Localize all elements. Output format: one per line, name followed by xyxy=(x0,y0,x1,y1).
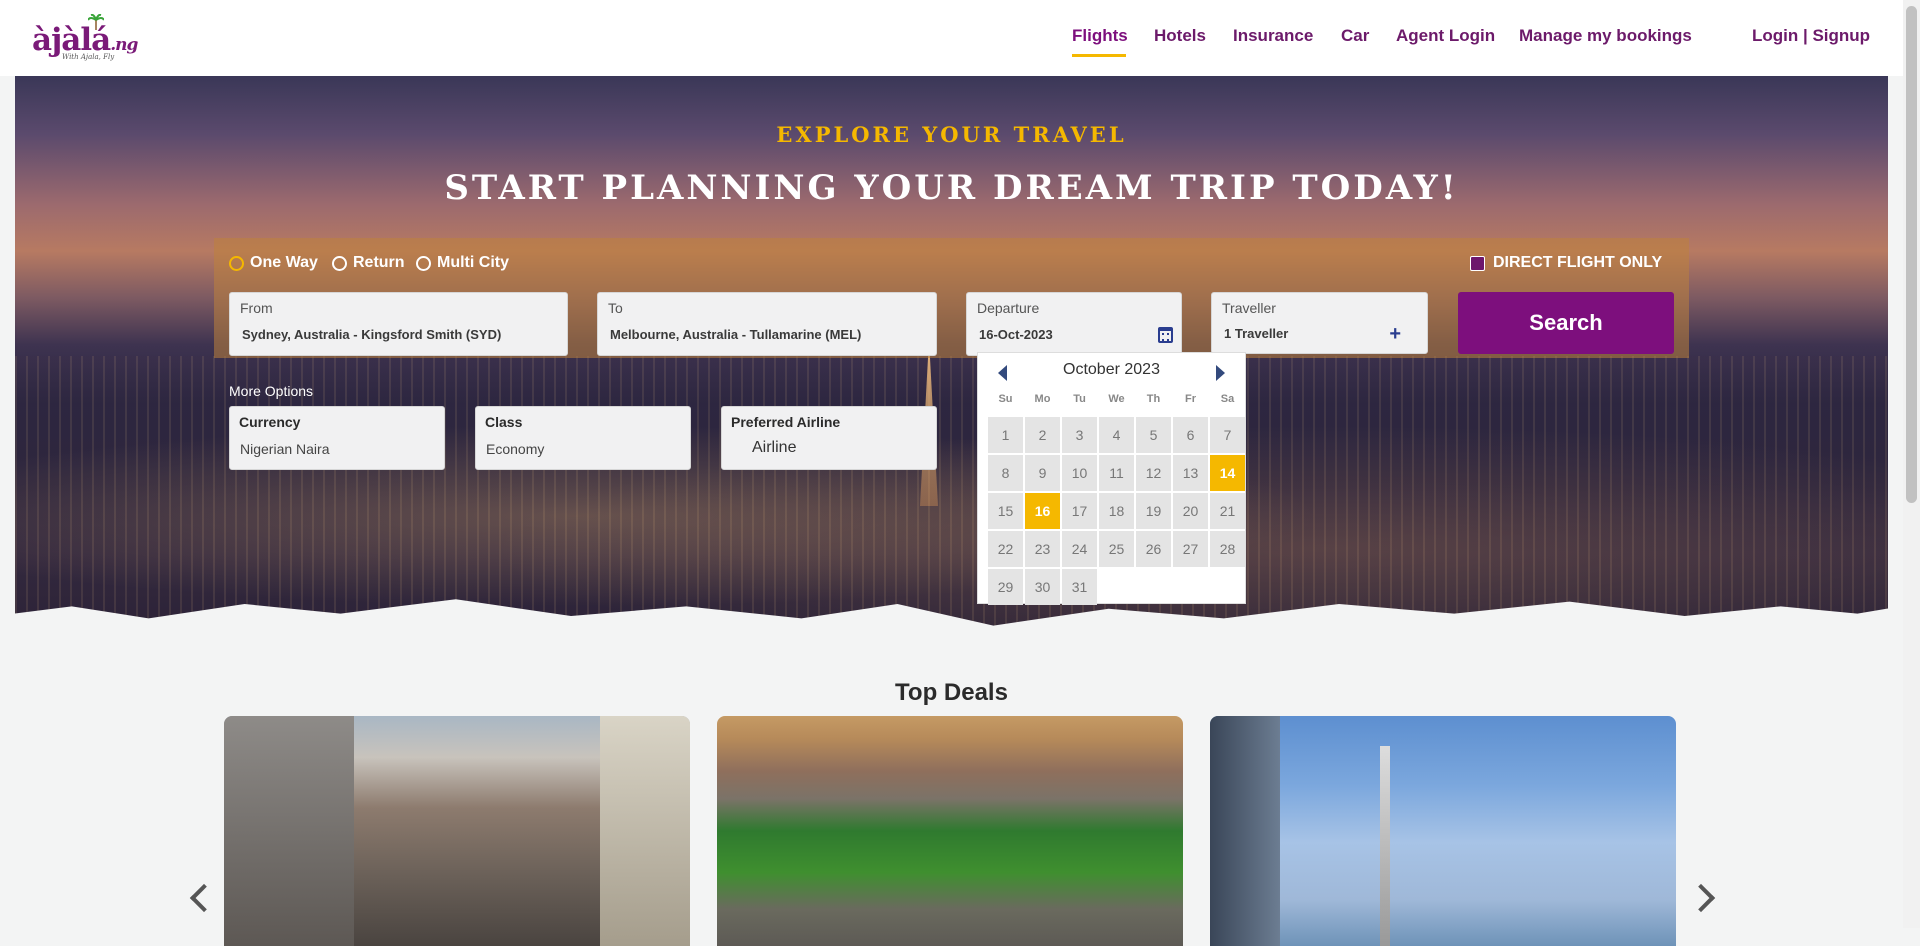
calendar-day[interactable]: 1 xyxy=(988,417,1023,453)
nav-login-signup[interactable]: Login | Signup xyxy=(1752,26,1870,46)
hero-kicker: EXPLORE YOUR TRAVEL xyxy=(776,122,1127,147)
active-nav-indicator xyxy=(1072,54,1126,57)
trip-one-way[interactable]: One Way xyxy=(229,254,318,272)
page-scrollbar[interactable] xyxy=(1903,0,1920,928)
departure-field[interactable]: Departure 16-Oct-2023 xyxy=(966,292,1182,356)
calendar-day[interactable]: 11 xyxy=(1099,455,1134,491)
weekday-label: Tu xyxy=(1073,393,1086,405)
calendar-day[interactable]: 6 xyxy=(1173,417,1208,453)
preferred-airline-label: Preferred Airline xyxy=(731,414,841,430)
calendar-day[interactable]: 24 xyxy=(1062,531,1097,567)
currency-value[interactable]: Nigerian Naira xyxy=(240,441,329,457)
traveller-value[interactable]: 1 Traveller xyxy=(1224,326,1288,341)
calendar-day[interactable]: 30 xyxy=(1025,569,1060,605)
weekday-label: Sa xyxy=(1220,393,1235,405)
scrollbar-thumb[interactable] xyxy=(1906,6,1917,503)
nav-car[interactable]: Car xyxy=(1341,26,1369,46)
nav-manage-bookings[interactable]: Manage my bookings xyxy=(1519,26,1692,46)
calendar-day[interactable]: 15 xyxy=(988,493,1023,529)
calendar-day[interactable]: 3 xyxy=(1062,417,1097,453)
top-deals-title: Top Deals xyxy=(895,679,1008,706)
top-navbar: àjàlá.ng With Ajala, Fly Flights Hotels … xyxy=(0,0,1920,76)
to-value[interactable]: Melbourne, Australia - Tullamarine (MEL) xyxy=(610,327,861,342)
hero-title: START PLANNING YOUR DREAM TRIP TODAY! xyxy=(444,168,1459,208)
calendar-day[interactable]: 20 xyxy=(1173,493,1208,529)
calendar-icon[interactable] xyxy=(1158,327,1173,343)
deal-card-central-park[interactable] xyxy=(717,716,1183,946)
calendar-day[interactable]: 25 xyxy=(1099,531,1134,567)
calendar-day[interactable]: 7 xyxy=(1210,417,1245,453)
calendar-day[interactable]: 2 xyxy=(1025,417,1060,453)
search-button[interactable]: Search xyxy=(1458,292,1674,354)
more-options-label: More Options xyxy=(229,383,314,399)
preferred-airline-field[interactable]: Preferred Airline Airline xyxy=(721,406,937,470)
calendar-day[interactable]: 8 xyxy=(988,455,1023,491)
nav-flights[interactable]: Flights xyxy=(1072,26,1128,46)
currency-label: Currency xyxy=(239,414,301,430)
weekday-label: Mo xyxy=(1034,393,1051,405)
weekday-label: Fr xyxy=(1185,393,1196,405)
preferred-airline-input[interactable]: Airline xyxy=(752,439,796,457)
calendar-day[interactable]: 26 xyxy=(1136,531,1171,567)
deal-card-street[interactable] xyxy=(224,716,690,946)
date-picker: October 2023 Su Mo Tu We Th Fr Sa 1 2 3 4 5 6 7 8 9 10 11… xyxy=(977,352,1246,605)
calendar-day[interactable]: 28 xyxy=(1210,531,1245,567)
class-select[interactable]: Class Economy xyxy=(475,406,691,470)
from-field[interactable]: From Sydney, Australia - Kingsford Smith… xyxy=(229,292,568,356)
direct-flight-checkbox[interactable]: DIRECT FLIGHT ONLY xyxy=(1470,254,1662,272)
from-label: From xyxy=(240,300,273,316)
calendar-day[interactable]: 29 xyxy=(988,569,1023,605)
class-value[interactable]: Economy xyxy=(486,441,544,457)
trip-multi-city[interactable]: Multi City xyxy=(416,254,509,272)
calendar-month: October 2023 xyxy=(1063,361,1160,378)
calendar-day[interactable]: 14 xyxy=(1210,455,1245,491)
weekday-label: Su xyxy=(998,393,1013,405)
calendar-day[interactable]: 17 xyxy=(1062,493,1097,529)
radio-icon[interactable] xyxy=(332,255,347,271)
to-label: To xyxy=(608,300,623,316)
calendar-day[interactable]: 12 xyxy=(1136,455,1171,491)
calendar-day[interactable]: 21 xyxy=(1210,493,1245,529)
to-field[interactable]: To Melbourne, Australia - Tullamarine (M… xyxy=(597,292,937,356)
calendar-day[interactable]: 18 xyxy=(1099,493,1134,529)
radio-selected-icon[interactable] xyxy=(229,255,244,271)
class-label: Class xyxy=(485,414,523,430)
calendar-day[interactable]: 22 xyxy=(988,531,1023,567)
weekday-label: We xyxy=(1108,393,1125,405)
carousel-prev-icon[interactable] xyxy=(189,883,219,913)
traveller-field[interactable]: Traveller 1 Traveller + xyxy=(1211,292,1428,354)
next-month-icon[interactable] xyxy=(1216,365,1225,381)
calendar-day[interactable]: 27 xyxy=(1173,531,1208,567)
hero-banner: EXPLORE YOUR TRAVEL START PLANNING YOUR … xyxy=(15,76,1888,660)
departure-label: Departure xyxy=(977,300,1040,316)
calendar-day[interactable]: 13 xyxy=(1173,455,1208,491)
from-value[interactable]: Sydney, Australia - Kingsford Smith (SYD… xyxy=(242,327,501,342)
calendar-day[interactable]: 4 xyxy=(1099,417,1134,453)
currency-select[interactable]: Currency Nigerian Naira xyxy=(229,406,445,470)
site-logo[interactable]: àjàlá.ng With Ajala, Fly xyxy=(32,14,142,66)
add-traveller-icon[interactable]: + xyxy=(1389,323,1401,346)
calendar-day[interactable]: 23 xyxy=(1025,531,1060,567)
calendar-day[interactable]: 9 xyxy=(1025,455,1060,491)
weekday-label: Th xyxy=(1146,393,1161,405)
carousel-next-icon[interactable] xyxy=(1686,883,1716,913)
departure-value[interactable]: 16-Oct-2023 xyxy=(979,327,1053,342)
calendar-day[interactable]: 10 xyxy=(1062,455,1097,491)
deal-card-cn-tower[interactable] xyxy=(1210,716,1676,946)
nav-hotels[interactable]: Hotels xyxy=(1154,26,1206,46)
trip-return[interactable]: Return xyxy=(332,254,405,272)
calendar-day[interactable]: 19 xyxy=(1136,493,1171,529)
traveller-label: Traveller xyxy=(1222,300,1276,316)
radio-icon[interactable] xyxy=(416,255,431,271)
nav-agent-login[interactable]: Agent Login xyxy=(1396,26,1495,46)
calendar-day[interactable]: 16 xyxy=(1025,493,1060,529)
logo-tagline: With Ajala, Fly xyxy=(62,53,115,61)
checkbox-icon[interactable] xyxy=(1470,255,1485,271)
nav-insurance[interactable]: Insurance xyxy=(1233,26,1313,46)
calendar-day[interactable]: 31 xyxy=(1062,569,1097,605)
calendar-day[interactable]: 5 xyxy=(1136,417,1171,453)
